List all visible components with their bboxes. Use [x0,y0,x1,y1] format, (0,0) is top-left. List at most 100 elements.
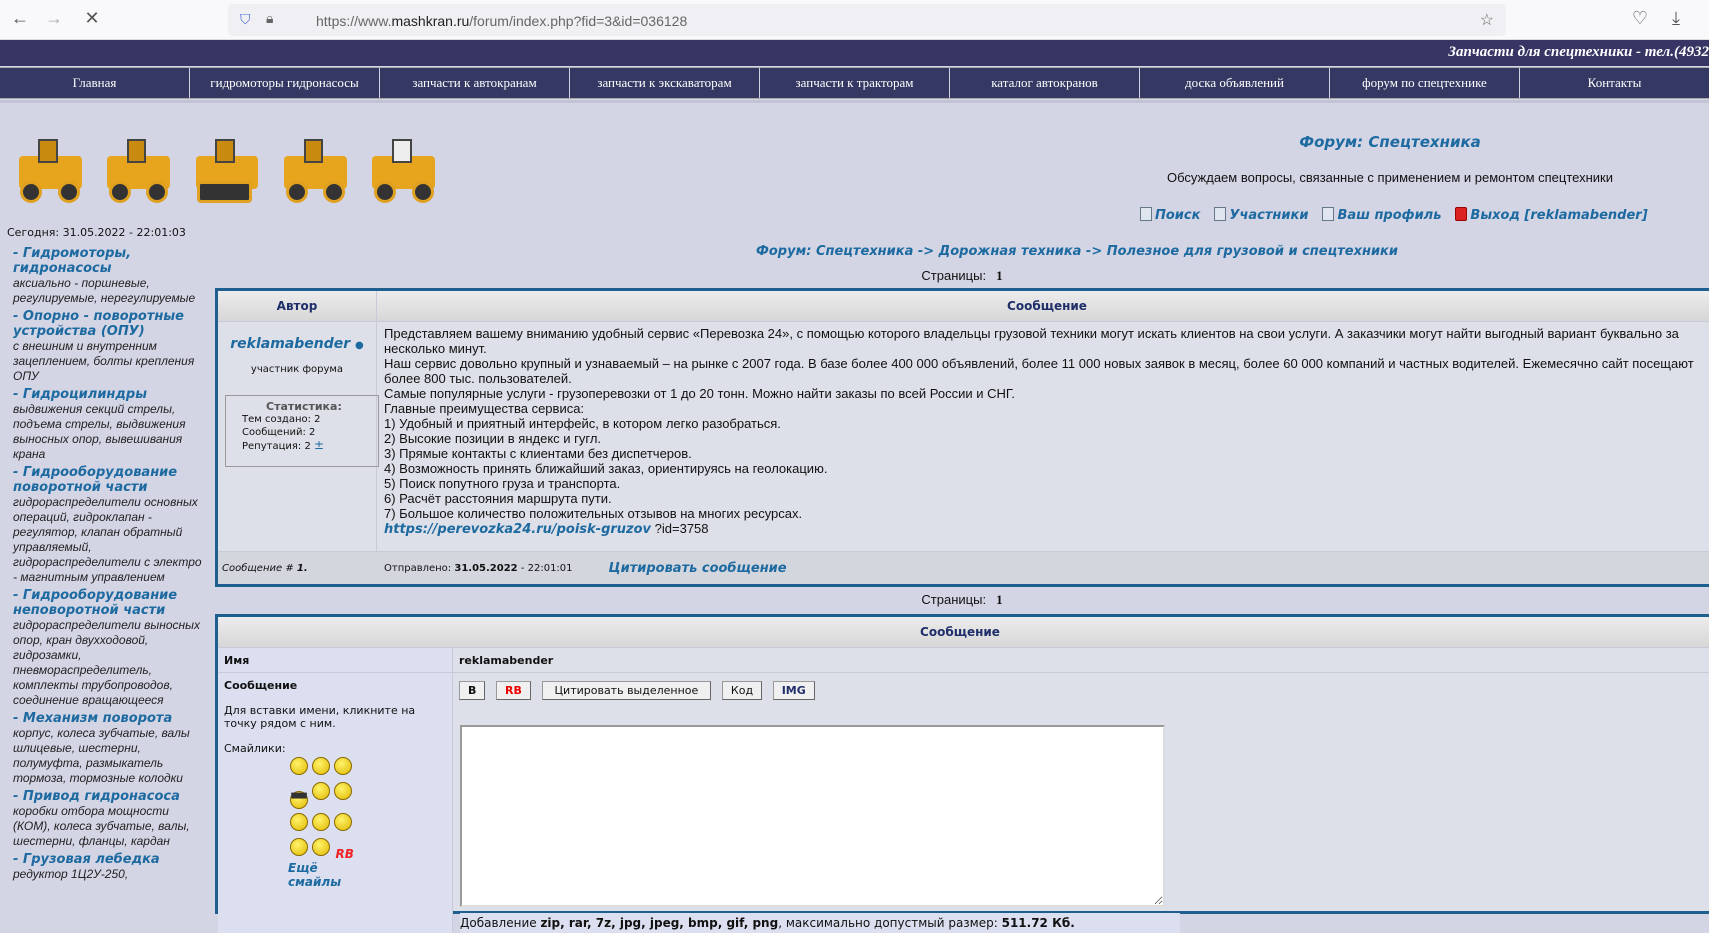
sidebar-link[interactable]: - Грузовая лебедка [13,852,208,867]
message-label: Сообщение [224,679,298,692]
bold-button[interactable]: B [459,681,486,700]
profile-label: Ваш профиль [1337,208,1442,223]
name-label: Имя [218,648,453,672]
nav-hydromotors[interactable]: гидромоторы гидронасосы [190,68,380,98]
sidebar-desc: редуктор 1Ц2У-250, [13,867,129,881]
insert-name-hint: Для вставки имени, кликните на точку ряд… [224,704,416,730]
message-number-label: Сообщение # [222,562,294,574]
post-line: 6) Расчёт расстояния маршрута пути. [384,491,612,506]
quote-message-link[interactable]: Цитировать сообщение [609,561,787,576]
author-stats: Статистика: Тем создано: 2 Сообщений: 2 … [225,395,379,467]
nav-excavator-parts[interactable]: запчасти к экскаваторам [570,68,760,98]
post-line: 3) Прямые контакты с клиентами без диспе… [384,446,692,461]
sent-label: Отправлено: [384,562,452,574]
sidebar-link[interactable]: - Механизм поворота [13,711,208,726]
img-button[interactable]: IMG [772,681,815,700]
post-link[interactable]: https://perevozka24.ru/poisk-gruzov [384,522,651,537]
page-number[interactable]: 1 [996,592,1003,607]
shield-icon: ⛉ [240,11,251,27]
search-link[interactable]: Поиск [1140,207,1200,223]
quote-selection-button[interactable]: Цитировать выделенное [541,681,712,700]
back-icon[interactable]: ← [8,8,32,29]
members-link[interactable]: Участники [1214,207,1308,223]
message-sidebar: Сообщение Для вставки имени, кликните на… [218,673,453,933]
forward-icon[interactable]: → [42,8,66,29]
author-name[interactable]: reklamabender ● [218,336,376,352]
nav-tractor-parts[interactable]: запчасти к тракторам [760,68,950,98]
nav-contacts[interactable]: Контакты [1520,68,1709,98]
nav-forum[interactable]: форум по спецтехнике [1330,68,1520,98]
sidebar-link[interactable]: - Опорно - поворотные устройства (ОПУ) [13,309,208,339]
author-rank: участник форума [250,364,344,375]
reputation-button[interactable]: ± [314,438,324,452]
rb-button[interactable]: RB [496,681,531,700]
author-column-header: Автор [218,291,377,321]
happy-smiley-icon[interactable] [334,757,352,775]
post-table: Автор Сообщение reklamabender ● участник… [215,288,1709,587]
page-number[interactable]: 1 [996,268,1003,283]
sidebar-link[interactable]: - Привод гидронасоса [13,789,208,804]
smileys-label: Смайлики: [224,742,286,755]
rolleyes-smiley-icon[interactable] [312,813,330,831]
crane-truck-image [365,136,443,204]
roller-image [276,136,354,204]
nav-autocrane-parts[interactable]: запчасти к автокранам [380,68,570,98]
search-icon [1140,207,1152,221]
nav-board[interactable]: доска объявлений [1140,68,1330,98]
surprised-smiley-icon[interactable] [334,782,352,800]
nav-home[interactable]: Главная [0,68,190,98]
sidebar: - Гидромоторы, гидронасосы аксиально - по… [13,246,208,885]
url-bar[interactable]: ⛉ 🔒︎ https://www.mashkran.ru/forum/index… [228,4,1506,36]
grin-smiley-icon[interactable] [290,757,308,775]
members-label: Участники [1229,208,1309,223]
search-label: Поиск [1155,208,1201,223]
sidebar-link[interactable]: - Гидрооборудование поворотной части [13,465,208,495]
sidebar-desc: гидрораспределители выносных опор, кран … [13,618,200,707]
machinery-banner-images [11,136,443,204]
attach-mid: , максимально допустмый размер: [778,916,1002,930]
shocked-smiley-icon[interactable] [290,838,308,856]
confused-smiley-icon[interactable] [312,838,330,856]
rb-smiley[interactable]: RB [336,847,354,861]
nav-crane-catalog[interactable]: каталог автокранов [950,68,1140,98]
neutral-smiley-icon[interactable] [334,813,352,831]
sent-info: Отправлено: 31.05.2022 - 22:01:01 [377,563,573,574]
bookmark-star-icon[interactable]: ☆ [1480,10,1494,30]
stop-icon[interactable]: ✕ [80,8,104,29]
post-body: Представляем вашему вниманию удобный сер… [384,326,1709,537]
code-button[interactable]: Код [721,681,763,700]
breadcrumb[interactable]: Форум: Спецтехника -> Дорожная техника -… [215,244,1709,259]
url-domain: mashkran.ru [391,13,470,29]
more-smileys-link[interactable]: Ещё смайлы [288,861,374,889]
online-status-dot[interactable]: ● [355,340,364,351]
message-textarea[interactable] [460,725,1165,907]
sidebar-link[interactable]: - Гидроцилиндры [13,387,208,402]
stats-topics: Тем создано: 2 [242,414,321,425]
site-banner: Запчасти для спецтехники - тел.(4932 [0,40,1709,66]
post-line: 4) Возможность принять ближайший заказ, … [384,461,828,476]
logout-link[interactable]: Выход [reklamabender] [1455,207,1648,223]
angry-smiley-icon[interactable] [312,782,330,800]
author-username[interactable]: reklamabender [230,336,350,352]
lock-icon: 🔒︎ [266,10,274,26]
sent-date: 31.05.2022 [454,562,518,574]
banner-text: Запчасти для спецтехники - тел.(4932 [1448,44,1709,60]
bulldozer-image [188,136,266,204]
url-path: /forum/index.php?fid=3&id=036128 [469,13,688,29]
main-nav: Главная гидромоторы гидронасосы запчасти… [0,67,1709,99]
profile-link[interactable]: Ваш профиль [1322,207,1441,223]
cool-smiley-icon[interactable]: ▀▀ [290,791,308,809]
download-icon[interactable]: ⤓ [1664,8,1688,29]
smile-smiley-icon[interactable] [312,757,330,775]
reply-header: Сообщение [218,617,1709,648]
profile-icon [1322,207,1335,221]
post-line: Главные преимущества сервиса: [384,401,585,416]
message-column-header: Сообщение [1007,299,1087,313]
divider [0,100,1709,103]
message-number-value: 1. [296,562,308,574]
wink-smiley-icon[interactable] [290,813,308,831]
forum-subtitle: Обсуждаем вопросы, связанные с применени… [1166,170,1613,185]
pocket-icon[interactable]: ♡ [1628,8,1652,29]
post-line: Наш сервис довольно крупный и узнаваемый… [384,356,1694,386]
stats-reputation: Репутация: 2 [242,441,311,452]
